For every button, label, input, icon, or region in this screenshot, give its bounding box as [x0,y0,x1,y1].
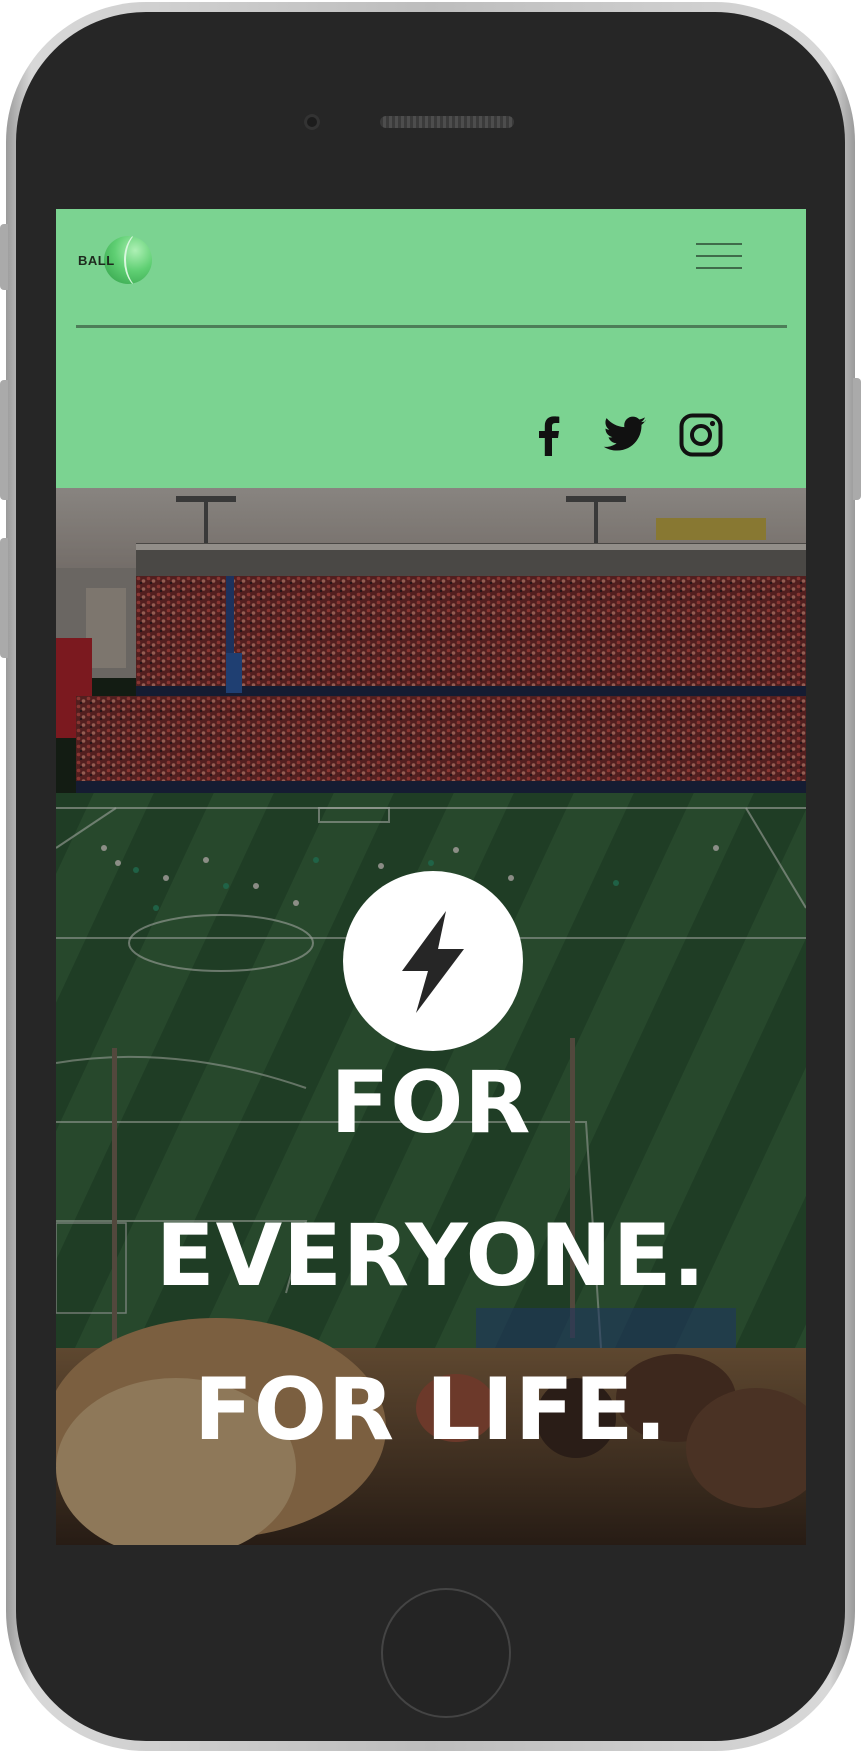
facebook-icon [539,416,560,456]
power-button [853,378,861,500]
home-button[interactable] [381,1588,511,1718]
front-camera [304,114,320,130]
earpiece-speaker [380,116,514,128]
lightning-bolt-icon [402,911,464,1013]
phone-screen: BALL FOR EVERYONE. FOR LIFE. [56,209,806,1545]
twitter-icon [603,416,647,451]
twitter-link[interactable] [602,412,648,458]
facebook-link[interactable] [526,412,572,458]
instagram-icon [679,413,723,457]
hero-section: FOR EVERYONE. FOR LIFE. [56,488,806,1545]
site-header: BALL [56,209,806,488]
mute-switch [0,224,8,290]
headline-line-1: FOR [330,1053,532,1153]
logo-text: BALL [78,253,115,268]
header-divider [76,325,787,328]
site-logo[interactable]: BALL [78,236,178,286]
volume-up-button [0,380,8,500]
instagram-link[interactable] [678,412,724,458]
volume-down-button [0,538,8,658]
headline-line-3: FOR LIFE. [194,1360,668,1460]
menu-button[interactable] [696,241,742,271]
headline-line-2: EVERYONE. [155,1206,707,1306]
bolt-badge [343,871,523,1051]
